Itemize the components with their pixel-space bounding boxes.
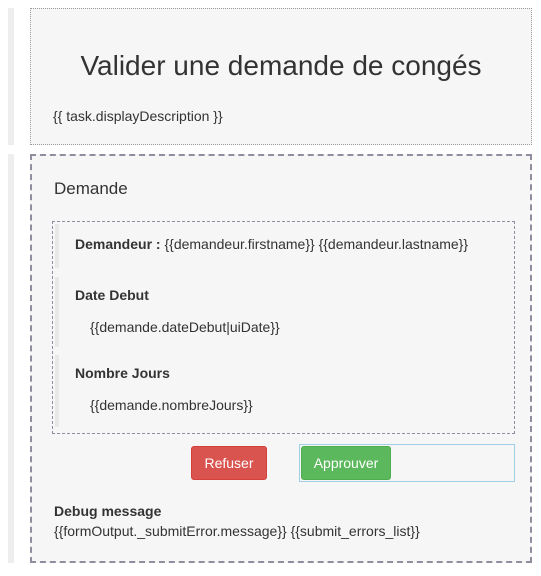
date-debut-value: {{demande.dateDebut|uiDate}} (90, 319, 280, 335)
debug-message: {{formOutput._submitError.message}} {{su… (54, 523, 420, 539)
left-gutter-bottom (8, 154, 14, 563)
nombre-jours-label: Nombre Jours (75, 365, 170, 381)
debug-title: Debug message (54, 503, 162, 519)
approve-button[interactable]: Approuver (301, 446, 391, 480)
request-form-container: Demande Demandeur : {{demandeur.firstnam… (30, 154, 532, 563)
left-gutter-top (8, 8, 14, 145)
refuse-button[interactable]: Refuser (191, 446, 267, 480)
nombre-jours-value: {{demande.nombreJours}} (90, 397, 253, 413)
request-details-container: Demandeur : {{demandeur.firstname}} {{de… (52, 221, 515, 434)
approve-button-container: Approuver (299, 444, 515, 482)
date-debut-label: Date Debut (75, 287, 149, 303)
demandeur-value: {{demandeur.firstname}} {{demandeur.last… (164, 236, 469, 252)
field-strip-demandeur (55, 224, 59, 268)
section-title: Demande (54, 179, 128, 198)
field-strip-nombre-jours (55, 355, 59, 427)
page-title: Valider une demande de congés (80, 50, 482, 81)
header-container: Valider une demande de congés {{ task.di… (30, 8, 532, 145)
task-description: {{ task.displayDescription }} (53, 108, 223, 124)
demandeur-label: Demandeur : (75, 236, 161, 252)
field-strip-date-debut (55, 277, 59, 347)
demandeur-row: Demandeur : {{demandeur.firstname}} {{de… (75, 235, 468, 253)
